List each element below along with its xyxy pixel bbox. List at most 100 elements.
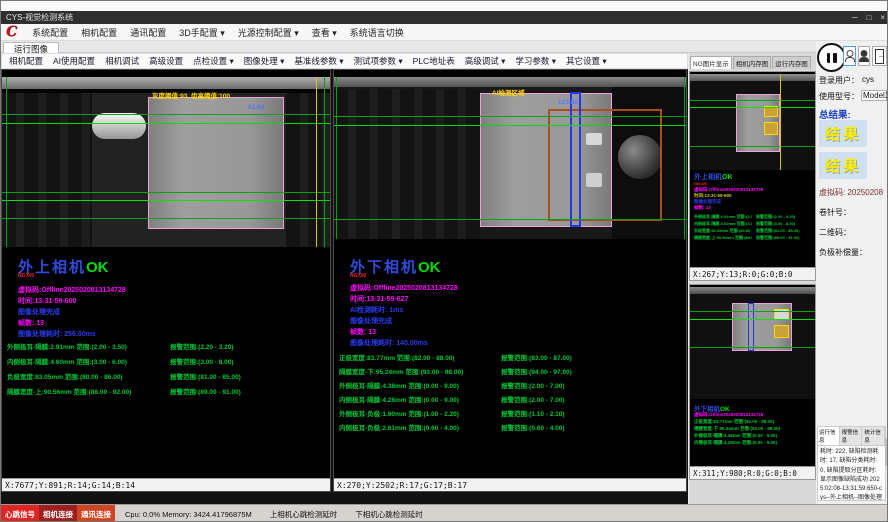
vertical-guide-overlay xyxy=(780,74,781,170)
machine-beam xyxy=(690,287,816,294)
defect-marker xyxy=(774,325,789,338)
toolbar-camera-debug[interactable]: 相机调试 xyxy=(105,55,139,67)
status-bar: 心跳信号 相机连接 通讯连接 Cpu: 0.0% Memory: 3424.41… xyxy=(1,504,888,522)
left-camera-image[interactable]: 灰度阈值:93, 齿高阈值:100 81.63 xyxy=(2,77,331,247)
alarm-range-text: 报警范围:(94.00 - 97.00) xyxy=(501,366,572,376)
alarm-range-text: 报警范围:(2.20 - 3.20) xyxy=(756,214,812,220)
thumb1-image xyxy=(690,74,816,170)
thumbnail-panel-2[interactable]: 外下相机OK 虚拟码:Offline2025020813134728 正极宽度:… xyxy=(689,284,816,480)
threshold-overlay-label: 灰度阈值:93, 齿高阈值:100 xyxy=(152,90,230,100)
toolbar-baseline-params[interactable]: 基准线参数 ▾ xyxy=(294,55,343,67)
tab-stats-info[interactable]: 统计信息 xyxy=(863,427,885,445)
pause-button[interactable] xyxy=(817,43,846,72)
sidebar: 登录用户： cys 使用型号： Model1 总结果: 结果 结果 虚拟码: 2… xyxy=(816,41,888,504)
virtual-code-text: 虚拟码: 20250208 xyxy=(819,187,883,198)
tab-alarm-info[interactable]: 报警信息 xyxy=(841,427,863,445)
alarm-range-text: 报警范围:(2.00 - 7.00) xyxy=(501,380,565,390)
result-badge-2: 结果 xyxy=(819,152,867,179)
toolbar-advanced-settings[interactable]: 高级设置 xyxy=(149,55,183,67)
vertical-guide-overlay xyxy=(684,77,685,239)
window-controls: ─ □ × xyxy=(852,11,885,24)
measurement-text: 外侧极耳-隔膜:2.91mm 范围:(2.00 - 3.50) xyxy=(7,341,127,351)
toolbar-plc-address-table[interactable]: PLC地址表 xyxy=(413,55,455,67)
toolbar-other-settings[interactable]: 其它设置 ▾ xyxy=(566,55,607,67)
ng-note: NG:0/0 xyxy=(694,181,707,186)
info-tabs: 运行信息 报警信息 统计信息 xyxy=(818,427,885,446)
minimize-button[interactable]: ─ xyxy=(852,13,858,22)
baseline-overlay xyxy=(690,107,816,108)
toolbar-advanced-debug[interactable]: 高级调试 ▾ xyxy=(465,55,506,67)
process-done-text: 图像处理完成 xyxy=(18,307,60,317)
menu-item-light-config[interactable]: 光源控制配置 ▾ xyxy=(238,26,299,39)
menu-item-3d-hand-config[interactable]: 3D手配置 ▾ xyxy=(179,26,225,39)
vertical-guide-overlay xyxy=(6,77,7,247)
status-ok: OK xyxy=(86,259,109,276)
right-camera-image[interactable]: AI检测区域 123.80 xyxy=(334,77,687,239)
measure-value-overlay: 81.63 xyxy=(248,104,264,111)
measurement-text: 外侧极耳-负极:1.90mm 范围:(1.00 - 2.20) xyxy=(339,408,459,418)
vertical-guide-overlay xyxy=(336,77,337,239)
model-value-field[interactable]: Model1 xyxy=(861,90,887,101)
tab-run-memory-image[interactable]: 运行内存图 xyxy=(772,56,811,69)
login-user-button[interactable] xyxy=(843,46,856,66)
left-camera-panel: 灰度阈值:93, 齿高阈值:100 81.63 外上相机OK NG:0/0 虚拟… xyxy=(1,69,331,492)
user-outline-icon xyxy=(844,47,855,65)
menu-item-view[interactable]: 查看 ▾ xyxy=(312,26,337,39)
toolbar-ai-use-config[interactable]: AI使用配置 xyxy=(53,55,95,67)
status-ok: OK xyxy=(418,259,441,276)
menu-item-comm-config[interactable]: 通讯配置 xyxy=(130,26,166,39)
close-button[interactable]: × xyxy=(880,13,885,22)
roll-pin-label: 卷针号： xyxy=(819,207,851,218)
measurement-text: 内侧极耳-负极:2.61mm 范围:(0.60 - 4.00) xyxy=(339,422,459,432)
measurement-text: 内侧极耳-隔膜:4.60mm 范围:(3.00 - 6.00) xyxy=(7,356,127,366)
user-filled-icon xyxy=(859,47,869,65)
toolbar-test-item-params[interactable]: 测试项参数 ▾ xyxy=(354,55,403,67)
measurement-text: 负极宽度:83.05mm 范围:(80.00 - 86.00) xyxy=(7,371,123,381)
toolbar-camera-config[interactable]: 相机配置 xyxy=(9,55,43,67)
neg-compensation-label: 负极补偿量： xyxy=(819,247,867,258)
alarm-range-text: 报警范围:(89.00 - 91.00) xyxy=(170,386,241,396)
alarm-range-text: 报警范围:(2.00 - 7.00) xyxy=(501,394,565,404)
tab-ng-image-display[interactable]: NG图片显示 xyxy=(690,56,732,69)
ai-time-text: AI检测耗时: 1ms xyxy=(350,305,403,315)
alarm-range-text: 报警范围:(81.00 - 85.00) xyxy=(756,228,812,234)
roi-blue-overlay xyxy=(570,92,581,227)
document-tab-row: 运行图像 xyxy=(1,41,816,53)
alarm-range-text: 报警范围:(89.00 - 91.00) xyxy=(756,235,812,241)
lower-camera-delay-text: 下相机心跳检测延时 xyxy=(355,509,423,520)
ai-region-label: AI检测区域 xyxy=(492,87,525,97)
coord-readout: X:270;Y:2502;R:17;G:17;B:17 xyxy=(334,478,686,491)
baseline-overlay xyxy=(690,347,816,348)
baseline-overlay xyxy=(690,146,816,147)
upper-camera-delay-text: 上相机心跳检测延时 xyxy=(270,509,338,520)
window-titlebar: CYS-视觉检测系统 ─ □ × xyxy=(1,11,888,24)
frame-count-text: 帧数: 13 xyxy=(350,327,376,337)
toolbar-image-processing[interactable]: 图像处理 ▾ xyxy=(244,55,285,67)
vertical-guide-overlay xyxy=(316,77,317,247)
comm-connection-chip: 通讯连接 xyxy=(77,505,115,522)
exit-door-icon xyxy=(873,47,886,65)
menu-item-camera-config[interactable]: 相机配置 xyxy=(81,26,117,39)
thumbnail-panel-1[interactable]: 外上相机OK NG:0/0 虚拟码:Offline202502081313472… xyxy=(689,71,816,281)
maximize-button[interactable]: □ xyxy=(866,13,871,22)
log-text: 耗时: 222, 缺陷检测耗时: 17, 缺陷分类耗时: 0, 缺陷提取分区耗时… xyxy=(818,446,885,501)
logout-button[interactable] xyxy=(872,46,887,66)
toolbar-learning-params[interactable]: 学习参数 ▾ xyxy=(515,55,556,67)
thumbnail-tab-row: NG图片显示 相机内存图 运行内存图 xyxy=(689,53,816,69)
coord-readout: X:311;Y:980;R:0;G:0;B:0 xyxy=(690,466,815,479)
machine-beam xyxy=(690,74,816,81)
switch-user-button[interactable] xyxy=(858,46,870,66)
menu-item-language-switch[interactable]: 系统语言切换 xyxy=(350,26,404,39)
toolbar-spot-check[interactable]: 点检设置 ▾ xyxy=(193,55,234,67)
measurement-text: 内侧极耳-隔膜:4.28mm 范围:(0.00 - 9.00) xyxy=(694,440,812,446)
tab-run-info[interactable]: 运行信息 xyxy=(818,427,840,445)
menu-item-system-config[interactable]: 系统配置 xyxy=(32,26,68,39)
baseline-overlay xyxy=(2,114,331,115)
baseline-overlay xyxy=(690,311,816,312)
top-strip xyxy=(1,1,888,11)
model-label: 使用型号： xyxy=(819,91,859,102)
baseline-overlay xyxy=(334,116,687,117)
tab-camera-memory-image[interactable]: 相机内存图 xyxy=(733,56,772,69)
machine-beam xyxy=(334,77,687,87)
ng-note: NG:0/0 xyxy=(350,273,366,279)
